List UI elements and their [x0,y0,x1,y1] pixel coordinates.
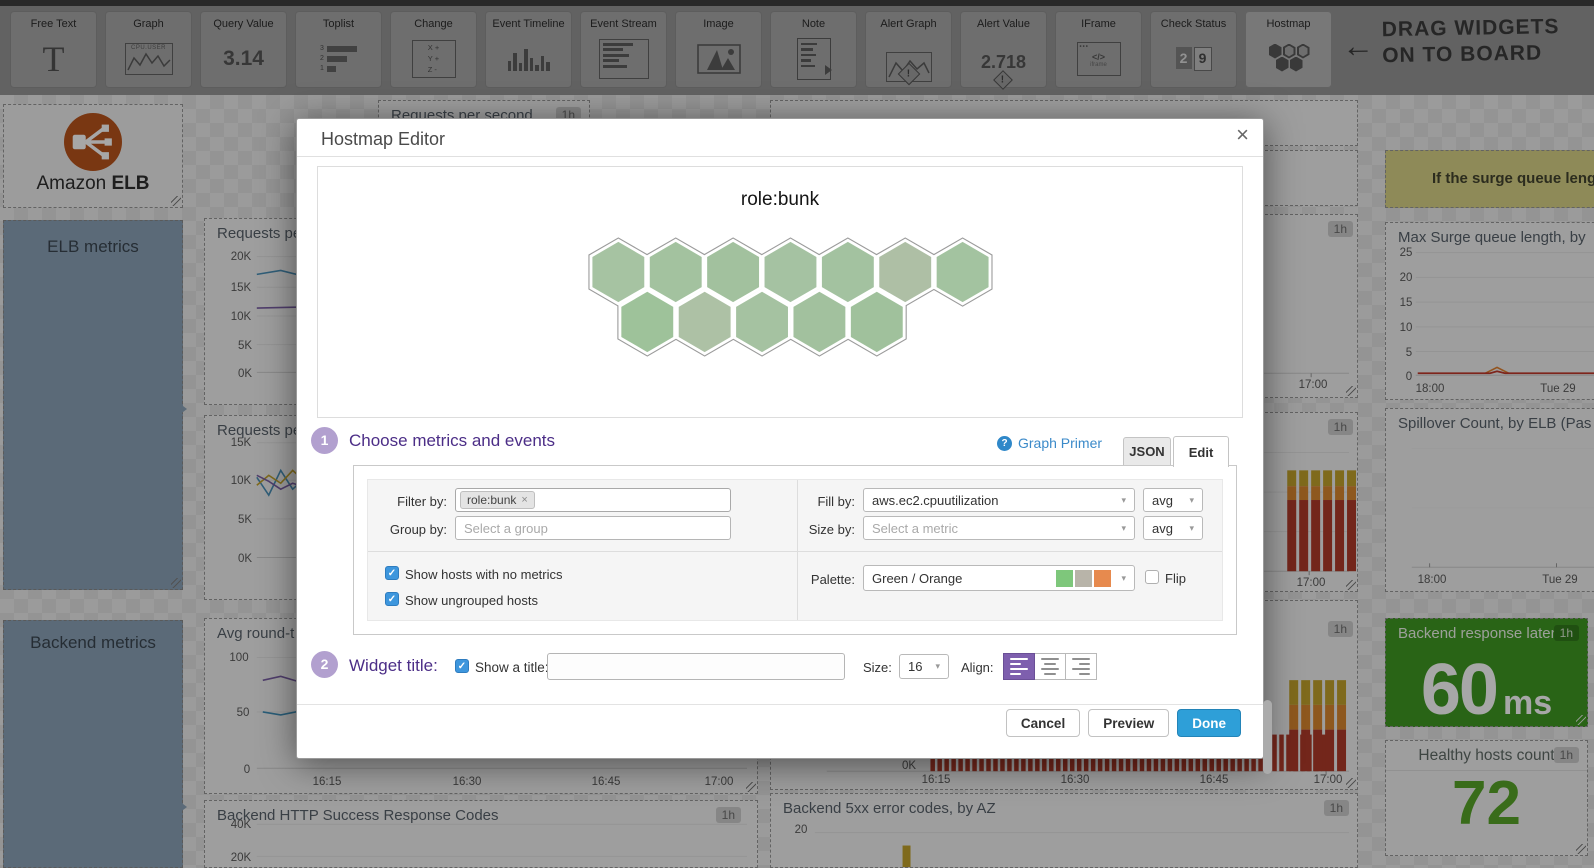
size-by-placeholder: Select a metric [872,521,958,536]
scrollbar-thumb[interactable] [1263,700,1272,774]
chevron-down-icon: ▾ [1189,523,1194,534]
chevron-down-icon: ▾ [935,661,940,672]
graph-primer-link[interactable]: ? Graph Primer [997,435,1102,451]
fill-by-label: Fill by: [767,494,855,509]
chevron-down-icon: ▾ [1189,495,1194,506]
align-center-button[interactable] [1034,653,1066,680]
chevron-down-icon: ▾ [1121,523,1126,534]
group-by-label: Group by: [373,522,447,537]
step-1-badge: 1 [311,427,338,454]
tab-edit[interactable]: Edit [1173,436,1229,467]
show-title-label: Show a title: [475,660,549,675]
palette-value: Green / Orange [872,571,962,586]
size-by-select[interactable]: Select a metric ▾ [863,516,1135,540]
widget-title-input[interactable] [547,653,845,680]
flip-checkbox[interactable] [1145,570,1159,584]
palette-select[interactable]: Green / Orange ▾ [863,565,1135,591]
done-button[interactable]: Done [1177,709,1241,737]
show-hosts-no-metrics-checkbox[interactable]: ✓ [385,566,399,580]
help-icon: ? [997,436,1012,451]
title-size-select[interactable]: 16 ▾ [899,654,949,679]
align-right-button[interactable] [1065,653,1097,680]
flip-label: Flip [1165,571,1186,586]
step-2-title: Widget title: [349,656,438,676]
show-ungrouped-hosts-checkbox[interactable]: ✓ [385,592,399,606]
header-divider [297,156,1263,157]
graph-primer-label: Graph Primer [1018,435,1102,451]
title-size-value: 16 [908,659,922,674]
palette-label: Palette: [767,572,855,587]
chevron-down-icon: ▾ [1121,495,1126,506]
footer-buttons: Cancel Preview Done [1006,709,1241,737]
filter-tag-text: role:bunk [467,493,516,507]
palette-swatch-green [1056,570,1073,587]
modal-title: Hostmap Editor [321,129,445,150]
hostmap-editor-modal: Hostmap Editor × role:bunk 1 Choose metr… [296,118,1264,759]
row-divider [368,551,1222,552]
align-button-group [1003,653,1096,680]
cancel-button[interactable]: Cancel [1006,709,1080,737]
title-align-label: Align: [961,660,994,675]
hostmap-preview: role:bunk [317,166,1243,418]
size-aggregator-select[interactable]: avg ▾ [1143,516,1203,540]
preview-button[interactable]: Preview [1088,709,1169,737]
fill-by-value: aws.ec2.cpuutilization [872,493,998,508]
tab-json[interactable]: JSON [1123,437,1171,466]
step-1-title: Choose metrics and events [349,431,555,451]
fill-aggregator-select[interactable]: avg ▾ [1143,488,1203,512]
group-by-input[interactable] [455,516,731,540]
filter-by-input[interactable]: role:bunk × [455,488,731,512]
remove-tag-icon[interactable]: × [521,494,527,506]
step-2-badge: 2 [311,651,338,678]
show-title-checkbox[interactable]: ✓ [455,659,469,673]
fill-aggregator-value: avg [1152,493,1173,508]
size-aggregator-value: avg [1152,521,1173,536]
fill-by-select[interactable]: aws.ec2.cpuutilization ▾ [863,488,1135,512]
filter-by-label: Filter by: [373,494,447,509]
footer-divider [297,704,1263,705]
hostmap-preview-title: role:bunk [318,189,1242,211]
palette-swatch-gray [1075,570,1092,587]
show-hosts-no-metrics-label: Show hosts with no metrics [405,567,563,582]
show-ungrouped-hosts-label: Show ungrouped hosts [405,593,538,608]
title-size-label: Size: [863,660,892,675]
filter-tag: role:bunk × [460,491,535,509]
close-icon[interactable]: × [1236,122,1249,148]
chevron-down-icon: ▾ [1121,573,1126,584]
size-by-label: Size by: [767,522,855,537]
align-left-button[interactable] [1003,653,1035,680]
palette-swatch-orange [1094,570,1111,587]
